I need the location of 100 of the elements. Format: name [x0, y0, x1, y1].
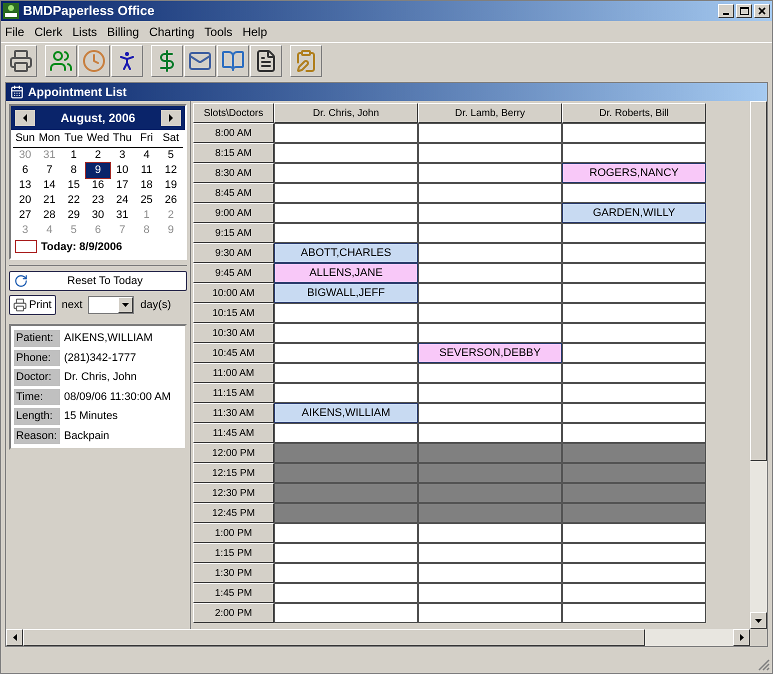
slot-cell[interactable] [274, 163, 418, 183]
calendar-day[interactable]: 17 [110, 178, 134, 192]
slot-cell[interactable] [562, 263, 706, 283]
slot-cell[interactable] [562, 143, 706, 163]
print-button[interactable]: Print [9, 295, 56, 315]
slot-cell[interactable] [274, 343, 418, 363]
calendar-day[interactable]: 16 [86, 178, 110, 192]
menu-item[interactable]: Lists [72, 23, 98, 41]
slot-cell[interactable] [418, 383, 562, 403]
slot-cell[interactable] [562, 603, 706, 623]
slot-cell[interactable] [418, 163, 562, 183]
toolbar-button[interactable] [184, 44, 216, 76]
days-dropdown[interactable] [88, 296, 134, 314]
calendar-day[interactable]: 2 [86, 148, 110, 162]
slot-cell[interactable] [274, 123, 418, 143]
slot-cell[interactable] [562, 243, 706, 263]
slot-cell[interactable] [274, 563, 418, 583]
scroll-down-button[interactable] [750, 612, 767, 629]
calendar-day[interactable]: 22 [62, 192, 86, 208]
today-label[interactable]: Today: 8/9/2006 [41, 238, 122, 255]
calendar-day[interactable]: 13 [13, 178, 38, 192]
calendar-day[interactable]: 5 [158, 148, 183, 162]
slot-cell[interactable] [562, 343, 706, 363]
slot-cell[interactable] [418, 123, 562, 143]
slot-cell[interactable] [418, 423, 562, 443]
slot-cell[interactable] [418, 283, 562, 303]
slot-cell[interactable] [274, 203, 418, 223]
calendar-day[interactable]: 8 [62, 162, 86, 178]
minimize-button[interactable] [718, 4, 734, 18]
calendar-day[interactable]: 11 [134, 162, 159, 178]
slot-cell[interactable] [562, 323, 706, 343]
slot-cell[interactable] [274, 223, 418, 243]
slot-cell[interactable] [418, 363, 562, 383]
calendar-day[interactable]: 21 [37, 192, 62, 208]
slot-cell[interactable] [418, 523, 562, 543]
slot-cell[interactable] [274, 423, 418, 443]
menu-item[interactable]: Charting [149, 23, 194, 41]
calendar-day[interactable]: 20 [13, 192, 38, 208]
calendar-day[interactable]: 24 [110, 192, 134, 208]
menu-item[interactable]: File [5, 23, 24, 41]
toolbar-button[interactable] [151, 44, 183, 76]
calendar-day[interactable]: 27 [13, 208, 38, 222]
slot-cell[interactable] [418, 203, 562, 223]
calendar-day[interactable]: 1 [62, 148, 86, 162]
slot-cell[interactable] [418, 563, 562, 583]
calendar-day[interactable]: 31 [110, 208, 134, 222]
slot-cell[interactable] [418, 323, 562, 343]
slot-cell[interactable] [418, 303, 562, 323]
slot-cell[interactable] [274, 523, 418, 543]
calendar-day[interactable]: 7 [37, 162, 62, 178]
appointment-cell[interactable]: ROGERS,NANCY [562, 163, 706, 183]
menu-item[interactable]: Tools [204, 23, 232, 41]
slot-cell[interactable] [562, 423, 706, 443]
slot-cell[interactable] [274, 603, 418, 623]
menu-item[interactable]: Billing [107, 23, 140, 41]
slot-cell[interactable] [562, 583, 706, 603]
appointment-cell[interactable]: BIGWALL,JEFF [274, 283, 418, 303]
maximize-button[interactable] [736, 4, 752, 18]
slot-cell[interactable] [418, 583, 562, 603]
calendar-day[interactable]: 6 [13, 162, 38, 178]
slot-cell[interactable] [274, 303, 418, 323]
reset-to-today-button[interactable]: Reset To Today [9, 271, 187, 291]
slot-cell[interactable] [418, 223, 562, 243]
calendar-day[interactable]: 19 [158, 178, 183, 192]
scroll-right-button[interactable] [733, 629, 750, 646]
slot-cell[interactable] [274, 143, 418, 163]
toolbar-button[interactable] [5, 44, 37, 76]
slot-cell[interactable] [562, 563, 706, 583]
slot-cell[interactable] [418, 243, 562, 263]
menu-item[interactable]: Clerk [34, 23, 62, 41]
calendar-day[interactable]: 23 [86, 192, 110, 208]
vertical-scrollbar[interactable] [750, 101, 767, 629]
horizontal-scrollbar[interactable] [6, 629, 750, 646]
slot-cell[interactable] [274, 543, 418, 563]
slot-cell[interactable] [274, 363, 418, 383]
slot-cell[interactable] [562, 303, 706, 323]
slot-cell[interactable] [418, 403, 562, 423]
menu-item[interactable]: Help [242, 23, 268, 41]
close-button[interactable] [754, 4, 770, 18]
toolbar-button[interactable] [111, 44, 143, 76]
slot-cell[interactable] [562, 283, 706, 303]
slot-cell[interactable] [418, 263, 562, 283]
appointment-cell[interactable]: ALLENS,JANE [274, 263, 418, 283]
calendar-day[interactable]: 30 [86, 208, 110, 222]
calendar-day[interactable]: 15 [62, 178, 86, 192]
appointment-cell[interactable]: SEVERSON,DEBBY [418, 343, 562, 363]
slot-cell[interactable] [274, 583, 418, 603]
previous-month-button[interactable] [15, 110, 35, 126]
calendar-day[interactable]: 25 [134, 192, 159, 208]
slot-cell[interactable] [562, 543, 706, 563]
slot-cell[interactable] [418, 183, 562, 203]
slot-cell[interactable] [562, 183, 706, 203]
slot-cell[interactable] [562, 363, 706, 383]
calendar-day[interactable]: 26 [158, 192, 183, 208]
calendar-day[interactable]: 14 [37, 178, 62, 192]
appointment-cell[interactable]: ABOTT,CHARLES [274, 243, 418, 263]
appointment-cell[interactable]: GARDEN,WILLY [562, 203, 706, 223]
slot-cell[interactable] [562, 223, 706, 243]
slot-cell[interactable] [562, 403, 706, 423]
next-month-button[interactable] [160, 110, 181, 126]
